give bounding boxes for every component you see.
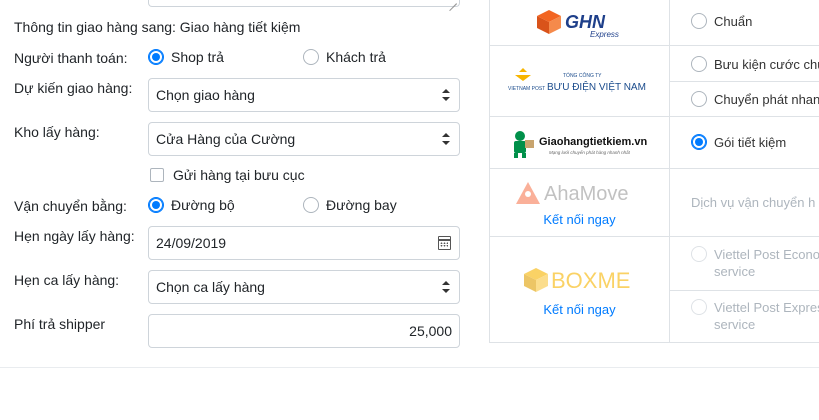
ghn-standard-label: Chuẩn xyxy=(714,13,753,29)
warehouse-select[interactable]: Cửa Hàng của Cường xyxy=(148,122,460,156)
ahamove-service-note: Dịch vụ vận chuyển h xyxy=(691,195,816,210)
radio-unchecked-icon xyxy=(303,49,319,65)
radio-disabled-icon xyxy=(691,299,707,315)
ghtk-saving-radio[interactable]: Gói tiết kiệm xyxy=(691,134,786,150)
radio-disabled-icon xyxy=(691,246,707,262)
pickup-date-input[interactable]: 24/09/2019 xyxy=(148,226,460,260)
pickup-shift-value: Chọn ca lấy hàng xyxy=(156,279,265,295)
boxme-connect-link[interactable]: Kết nối ngay xyxy=(543,302,615,317)
shipper-fee-label: Phí trả shipper xyxy=(14,316,106,332)
expected-delivery-value: Chọn giao hàng xyxy=(156,87,255,103)
payer-customer-radio[interactable]: Khách trả xyxy=(303,49,386,65)
svg-text:BƯU ĐIỆN VIỆT NAM: BƯU ĐIỆN VIỆT NAM xyxy=(547,80,646,93)
vnpost-logo: VIETNAM POST TỔNG CÔNG TY BƯU ĐIỆN VIỆT … xyxy=(490,46,669,116)
select-caret-icon xyxy=(442,132,450,146)
vnpost-logo-icon: VIETNAM POST TỔNG CÔNG TY BƯU ĐIỆN VIỆT … xyxy=(508,68,646,93)
ghn-logo: GHN Express xyxy=(490,0,669,45)
svg-text:TỔNG CÔNG TY: TỔNG CÔNG TY xyxy=(563,72,602,79)
ghn-logo-icon: GHN Express xyxy=(536,9,619,39)
resize-grip-icon[interactable] xyxy=(449,0,457,4)
radio-unchecked-icon xyxy=(691,91,707,107)
svg-text:VIETNAM POST: VIETNAM POST xyxy=(508,86,545,92)
ahamove-logo: AhaMove Kết nối ngay xyxy=(490,169,669,236)
radio-checked-icon xyxy=(691,134,707,150)
vnpost-express-radio[interactable]: Chuyển phát nhan xyxy=(691,91,819,107)
warehouse-label: Kho lấy hàng: xyxy=(14,124,100,140)
transport-air-label: Đường bay xyxy=(326,197,397,213)
pickup-shift-select[interactable]: Chọn ca lấy hàng xyxy=(148,270,460,304)
shipper-fee-value: 25,000 xyxy=(409,323,452,339)
select-caret-icon xyxy=(442,280,450,294)
boxme-economy-label: Viettel Post Econo xyxy=(714,246,819,262)
boxme-express-label: Viettel Post Expres xyxy=(714,299,819,315)
shipper-fee-input[interactable]: 25,000 xyxy=(148,314,460,348)
boxme-express-sublabel: service xyxy=(714,317,756,332)
boxme-logo-icon: BOXME xyxy=(523,268,630,293)
svg-text:Express: Express xyxy=(590,30,619,39)
boxme-economy-sublabel: service xyxy=(714,264,756,279)
svg-text:BOXME: BOXME xyxy=(551,268,630,293)
transport-road-label: Đường bộ xyxy=(171,197,235,213)
svg-text:AhaMove: AhaMove xyxy=(544,183,629,205)
warehouse-value: Cửa Hàng của Cường xyxy=(156,131,296,147)
vnpost-express-label: Chuyển phát nhan xyxy=(714,91,819,107)
radio-unchecked-icon xyxy=(691,56,707,72)
expected-delivery-select[interactable]: Chọn giao hàng xyxy=(148,78,460,112)
ghtk-logo: Giaohangtietkiem.vn Mạng lưới chuyển phá… xyxy=(490,117,669,168)
ahamove-connect-link[interactable]: Kết nối ngay xyxy=(543,212,615,227)
post-office-label: Gửi hàng tại bưu cục xyxy=(173,167,305,183)
notes-textarea[interactable] xyxy=(148,0,460,7)
ahamove-logo-icon: AhaMove xyxy=(515,182,629,205)
pickup-date-label: Hẹn ngày lấy hàng: xyxy=(14,228,135,244)
svg-text:Giaohangtietkiem.vn: Giaohangtietkiem.vn xyxy=(539,136,647,148)
expected-delivery-label: Dự kiến giao hàng: xyxy=(14,80,133,96)
ghtk-saving-label: Gói tiết kiệm xyxy=(714,134,787,150)
radio-unchecked-icon xyxy=(303,197,319,213)
calendar-icon[interactable] xyxy=(438,236,451,250)
pickup-shift-label: Hẹn ca lấy hàng: xyxy=(14,272,120,288)
vnpost-parcel-label: Bưu kiện cước chu xyxy=(714,56,819,72)
svg-text:Mạng lưới chuyển phát hàng nha: Mạng lưới chuyển phát hàng nhanh nhất xyxy=(549,149,631,155)
payer-shop-label: Shop trả xyxy=(171,49,224,65)
radio-checked-icon xyxy=(148,197,164,213)
transport-label: Vận chuyển bằng: xyxy=(14,198,127,214)
select-caret-icon xyxy=(442,88,450,102)
carrier-option-divider xyxy=(669,290,819,291)
carrier-table-bottom-border xyxy=(489,342,819,343)
carrier-option-divider xyxy=(669,81,819,82)
transport-road-radio[interactable]: Đường bộ xyxy=(148,197,235,213)
vnpost-parcel-radio[interactable]: Bưu kiện cước chu xyxy=(691,56,819,72)
boxme-economy-option: Viettel Post Econo service xyxy=(691,246,819,279)
divider xyxy=(0,367,819,368)
boxme-express-option: Viettel Post Expres service xyxy=(691,299,819,332)
svg-text:GHN: GHN xyxy=(565,12,606,32)
payer-customer-label: Khách trả xyxy=(326,49,386,65)
boxme-logo: BOXME Kết nối ngay xyxy=(490,237,669,342)
carrier-table-column-divider xyxy=(669,0,670,343)
radio-checked-icon xyxy=(148,49,164,65)
checkbox-icon xyxy=(150,168,164,182)
ghtk-logo-icon: Giaohangtietkiem.vn Mạng lưới chuyển phá… xyxy=(513,130,647,158)
shipping-info-label: Thông tin giao hàng sang: Giao hàng tiết… xyxy=(14,19,301,35)
post-office-checkbox[interactable]: Gửi hàng tại bưu cục xyxy=(150,167,305,183)
radio-unchecked-icon xyxy=(691,13,707,29)
payer-label: Người thanh toán: xyxy=(14,50,128,66)
transport-air-radio[interactable]: Đường bay xyxy=(303,197,397,213)
ghn-standard-radio[interactable]: Chuẩn xyxy=(691,13,752,29)
payer-shop-radio[interactable]: Shop trả xyxy=(148,49,224,65)
pickup-date-value: 24/09/2019 xyxy=(156,235,227,251)
